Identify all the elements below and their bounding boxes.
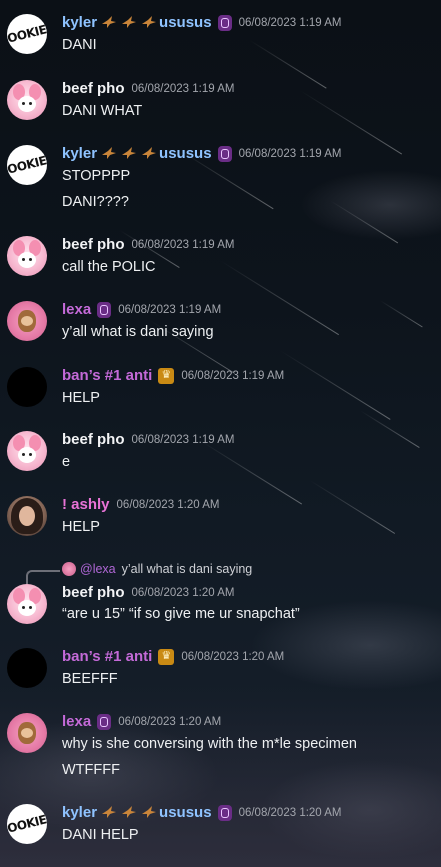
timestamp[interactable]: 06/08/2023 1:20 AM (117, 499, 220, 511)
timestamp[interactable]: 06/08/2023 1:20 AM (118, 716, 221, 728)
message-text: DANI???? (62, 194, 129, 210)
eagle-icon (141, 15, 157, 30)
reply-preview[interactable]: @lexa y’all what is dani saying (62, 562, 252, 576)
username[interactable]: kyler (62, 804, 97, 821)
username[interactable]: kyler (62, 145, 97, 162)
eagle-icon (121, 805, 137, 820)
eagle-icon (141, 805, 157, 820)
server-badge-icon[interactable] (97, 713, 112, 730)
eagle-icon (101, 15, 117, 30)
message-text: HELP (62, 519, 100, 535)
timestamp[interactable]: 06/08/2023 1:19 AM (239, 148, 342, 160)
timestamp[interactable]: 06/08/2023 1:19 AM (132, 239, 235, 251)
message-text: DANI WHAT (62, 103, 143, 119)
avatar[interactable] (7, 301, 47, 341)
username[interactable]: beef pho (62, 584, 125, 601)
message-text: BEEFFF (62, 671, 118, 687)
avatar[interactable] (7, 80, 47, 120)
eagle-icon (101, 805, 117, 820)
message-text: y’all what is dani saying (62, 324, 214, 340)
timestamp[interactable]: 06/08/2023 1:19 AM (239, 17, 342, 29)
avatar[interactable]: OOKIE (7, 14, 47, 54)
message-text: why is she conversing with the m*le spec… (62, 736, 357, 752)
timestamp[interactable]: 06/08/2023 1:19 AM (132, 83, 235, 95)
username[interactable]: beef pho (62, 431, 125, 448)
avatar[interactable] (7, 584, 47, 624)
timestamp[interactable]: 06/08/2023 1:20 AM (132, 587, 235, 599)
username[interactable]: beef pho (62, 80, 125, 97)
server-badge-icon[interactable] (217, 145, 232, 162)
username[interactable]: ban’s #1 anti (62, 367, 152, 384)
name-suffix: ususus (159, 145, 212, 162)
message-text: e (62, 454, 71, 470)
message-text: DANI HELP (62, 827, 139, 843)
username[interactable]: ban’s #1 anti (62, 648, 152, 665)
username[interactable]: ! ashly (62, 496, 110, 513)
avatar[interactable]: OOKIE (7, 145, 47, 185)
message-text: STOPPPP (62, 168, 131, 184)
avatar[interactable] (7, 236, 47, 276)
avatar[interactable]: OOKIE (7, 804, 47, 844)
timestamp[interactable]: 06/08/2023 1:20 AM (239, 807, 342, 819)
timestamp[interactable]: 06/08/2023 1:19 AM (132, 434, 235, 446)
message-text: HELP (62, 390, 100, 406)
server-badge-icon[interactable] (97, 301, 112, 318)
eagle-icon (101, 146, 117, 161)
avatar[interactable] (7, 648, 47, 688)
eagle-icon (121, 15, 137, 30)
reply-text: y’all what is dani saying (121, 562, 253, 576)
avatar[interactable] (7, 431, 47, 471)
avatar[interactable] (7, 496, 47, 536)
username[interactable]: lexa (62, 301, 91, 318)
message-text: WTFFFF (62, 762, 120, 778)
eagle-icon (141, 146, 157, 161)
username[interactable]: lexa (62, 713, 91, 730)
message-text: “are u 15” “if so give me ur snapchat” (62, 606, 300, 622)
timestamp[interactable]: 06/08/2023 1:20 AM (181, 651, 284, 663)
username[interactable]: beef pho (62, 236, 125, 253)
reply-connector (26, 570, 60, 584)
reply-avatar (62, 562, 76, 576)
eagle-icon (121, 146, 137, 161)
crown-icon: ♛ (158, 367, 175, 384)
avatar[interactable] (7, 367, 47, 407)
message-text: DANI (62, 37, 97, 53)
reply-author[interactable]: @lexa (80, 562, 116, 576)
name-suffix: ususus (159, 14, 212, 31)
name-suffix: ususus (159, 804, 212, 821)
timestamp[interactable]: 06/08/2023 1:19 AM (181, 370, 284, 382)
crown-icon: ♛ (158, 648, 175, 665)
timestamp[interactable]: 06/08/2023 1:19 AM (118, 304, 221, 316)
avatar[interactable] (7, 713, 47, 753)
message-text: call the POLIC (62, 259, 156, 275)
server-badge-icon[interactable] (217, 14, 232, 31)
server-badge-icon[interactable] (217, 804, 232, 821)
username[interactable]: kyler (62, 14, 97, 31)
